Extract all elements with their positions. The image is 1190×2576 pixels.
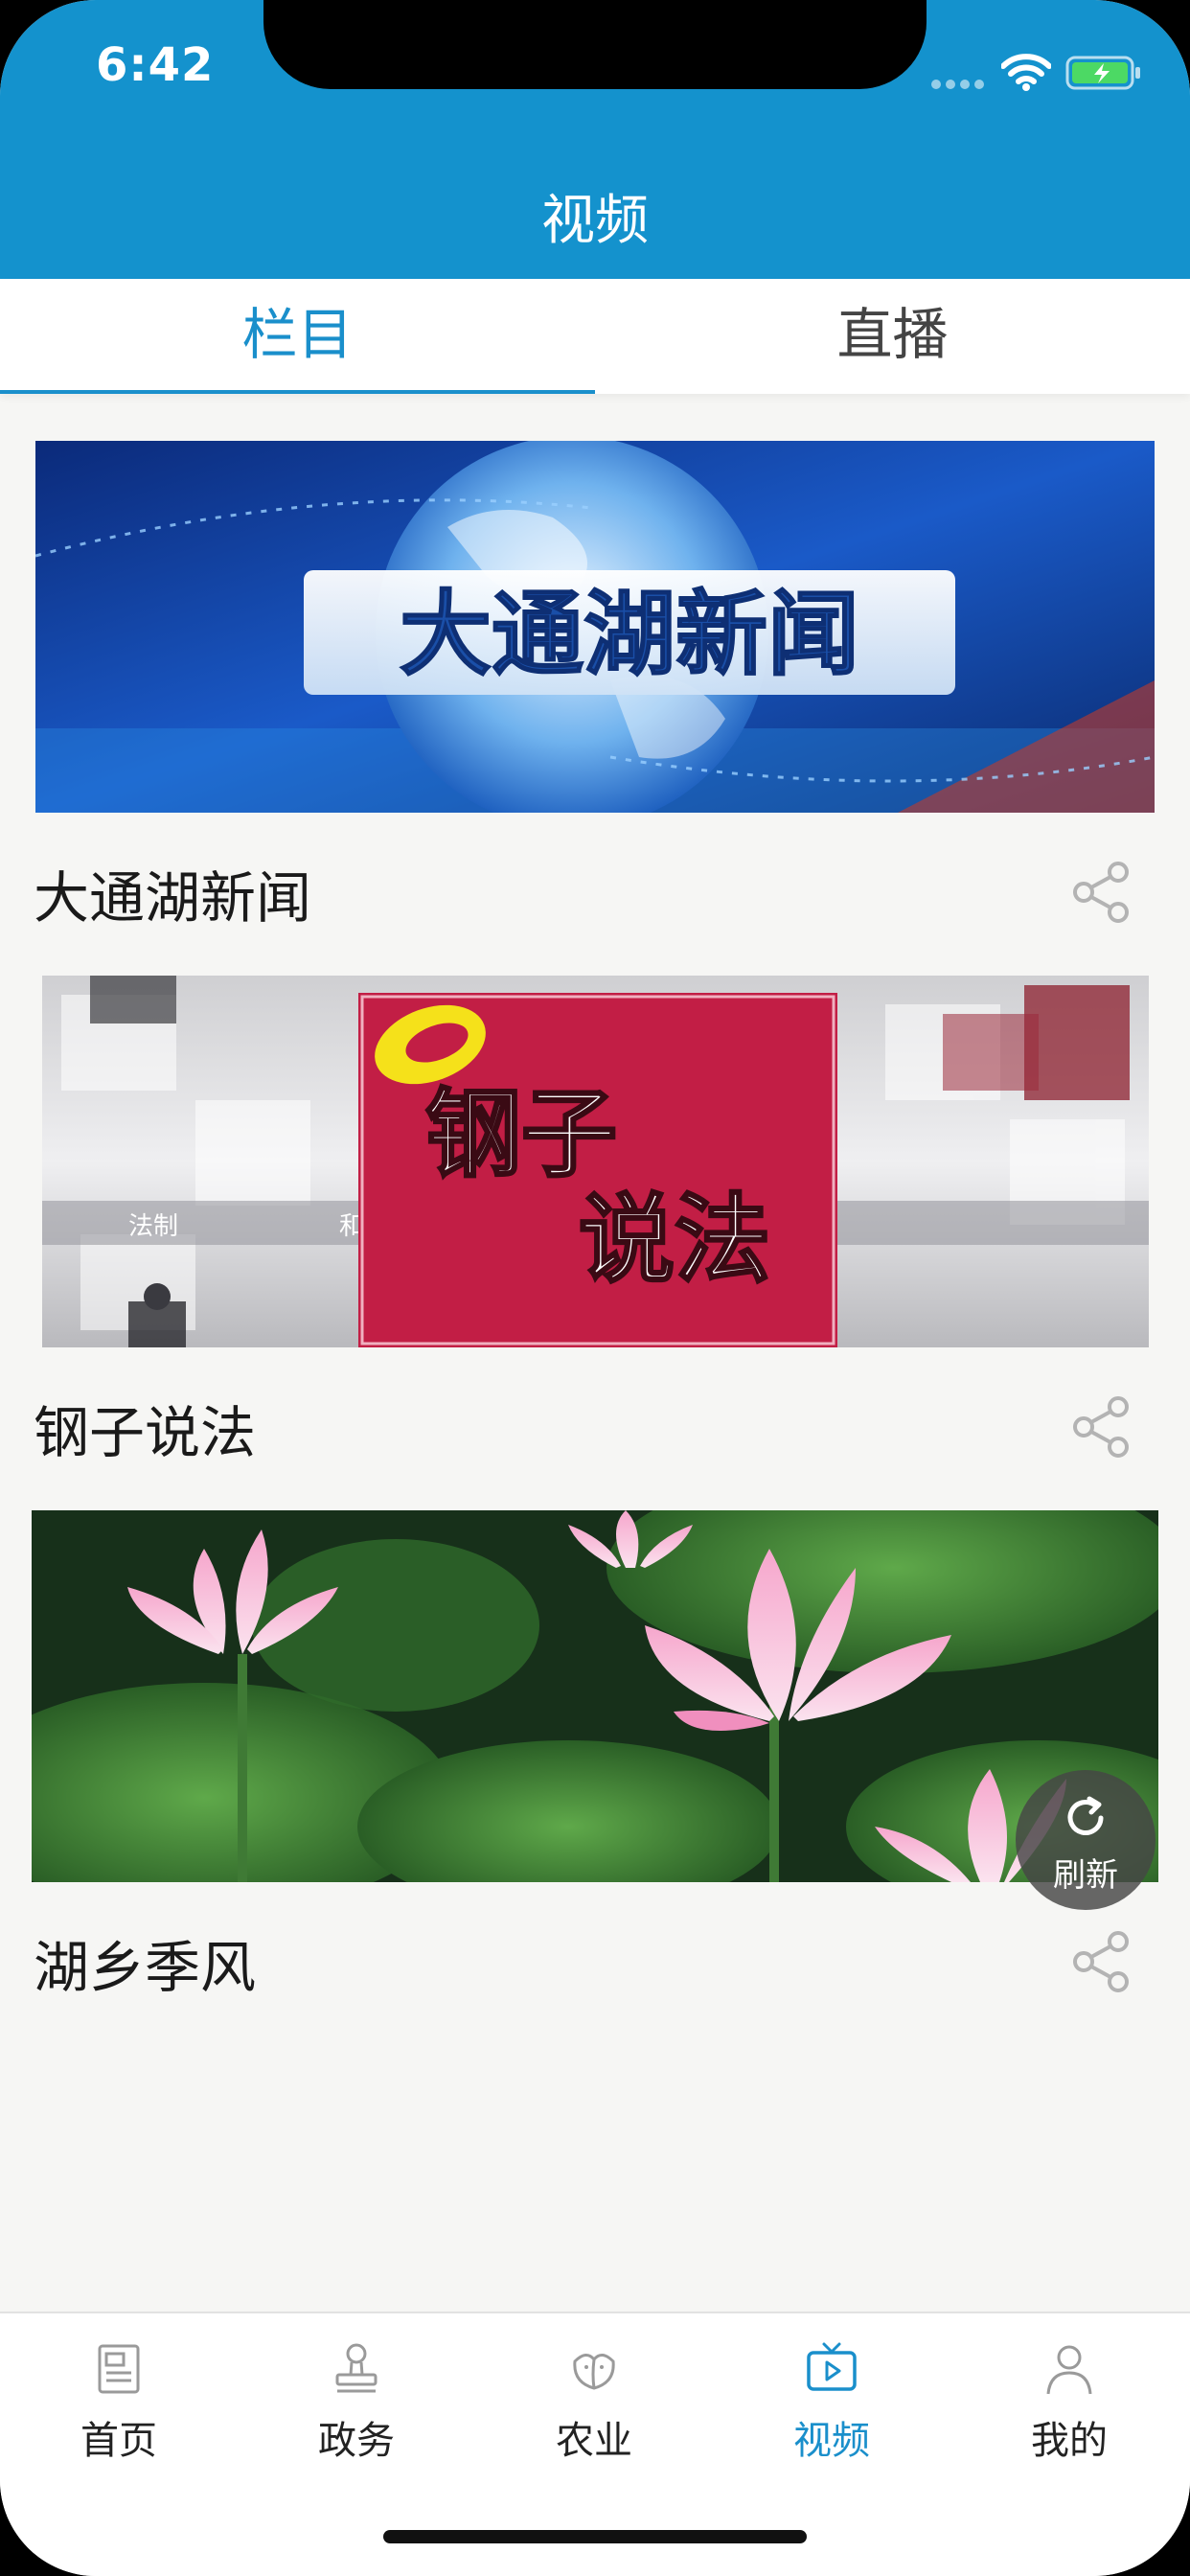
refresh-button[interactable]: 刷新 (1016, 1770, 1156, 1910)
program-banner-datonghu-news[interactable]: 大通湖新闻 (35, 441, 1155, 813)
nav-item-mine[interactable]: 我的 (950, 2331, 1188, 2465)
cellular-signal-icon (931, 75, 989, 93)
svg-text:大通湖新闻: 大通湖新闻 (400, 581, 859, 688)
share-icon[interactable] (1068, 859, 1135, 926)
leaf-icon (573, 2354, 615, 2390)
nav-label-government: 政务 (318, 2419, 395, 2463)
nav-item-agriculture[interactable]: 农业 (475, 2331, 713, 2465)
nav-item-home[interactable]: 首页 (0, 2331, 238, 2465)
law-show-banner-image: 法制 和谐 友善 钢子 说法 (42, 976, 1149, 1347)
tab-programs[interactable]: 栏目 (0, 279, 595, 394)
battery-charging-icon (1065, 56, 1140, 90)
svg-text:法制: 法制 (128, 1212, 178, 1241)
nav-item-government[interactable]: 政务 (238, 2331, 475, 2465)
page-title: 视频 (541, 190, 649, 252)
home-indicator[interactable] (383, 2530, 807, 2543)
refresh-label: 刷新 (1053, 1856, 1118, 1895)
tv-play-icon (807, 2342, 857, 2391)
program-title[interactable]: 钢子说法 (34, 1388, 256, 1468)
program-banner-huxiang-jifeng[interactable] (32, 1510, 1158, 1882)
status-time: 6:42 (96, 38, 215, 92)
program-title[interactable]: 大通湖新闻 (34, 853, 311, 933)
nav-item-video[interactable]: 视频 (713, 2331, 950, 2465)
program-banner-gangzi-law[interactable]: 法制 和谐 友善 钢子 说法 (42, 976, 1149, 1347)
share-icon[interactable] (1068, 1393, 1135, 1460)
nav-label-video: 视频 (793, 2419, 870, 2463)
wifi-icon (1001, 54, 1051, 91)
person-icon (1046, 2345, 1092, 2395)
svg-text:钢子: 钢子 (425, 1078, 617, 1190)
tab-bar: 栏目 直播 (0, 279, 1190, 394)
tab-live[interactable]: 直播 (595, 279, 1190, 394)
svg-text:说法: 说法 (579, 1184, 770, 1296)
lotus-banner-image (32, 1510, 1158, 1882)
active-tab-indicator (0, 390, 595, 394)
refresh-icon (1067, 1796, 1104, 1835)
app-screen: 6:42 视频 栏目 直播 大通湖新闻 大通湖新闻 法制 钢子 说法 钢子说法 … (0, 0, 1190, 2576)
newspaper-icon (98, 2344, 140, 2394)
device-notch (263, 0, 927, 89)
globe-news-banner-image: 大通湖新闻 (35, 441, 1155, 813)
stamp-icon (335, 2343, 378, 2393)
nav-label-home: 首页 (80, 2419, 157, 2463)
header-bar: 6:42 视频 (0, 0, 1190, 279)
nav-label-agriculture: 农业 (556, 2419, 632, 2463)
nav-label-mine: 我的 (1031, 2419, 1108, 2463)
program-title[interactable]: 湖乡季风 (34, 1922, 256, 2003)
share-icon[interactable] (1068, 1928, 1135, 1995)
